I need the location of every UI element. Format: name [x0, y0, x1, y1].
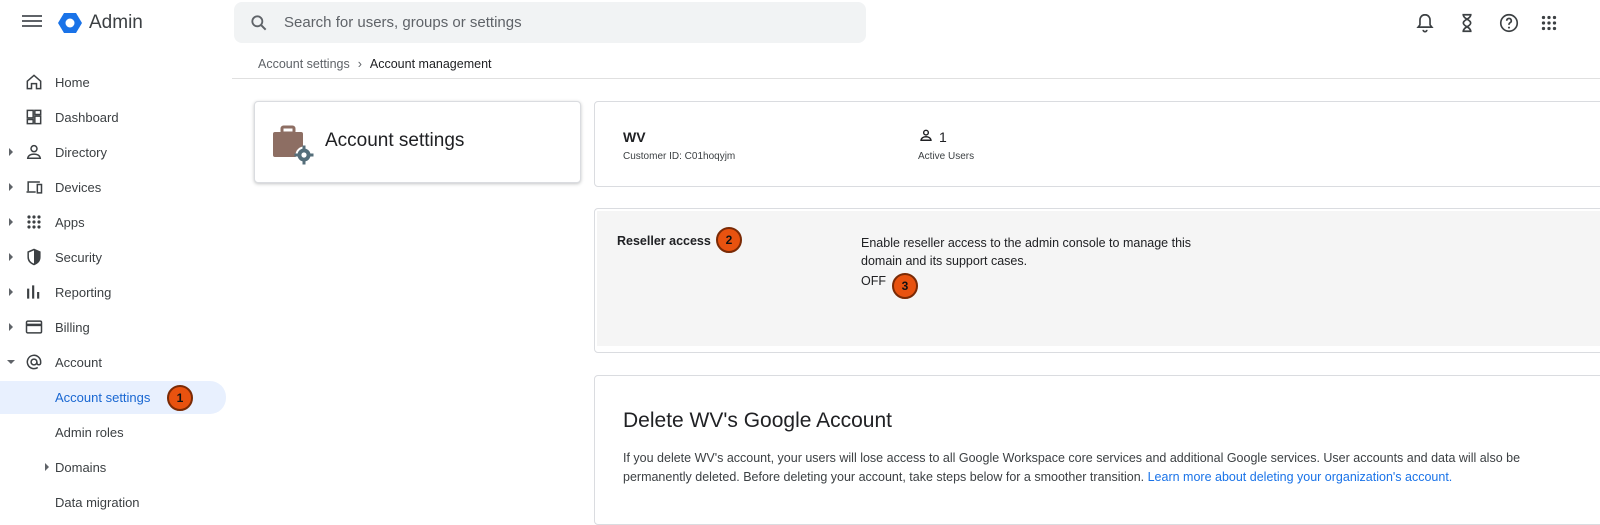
- delete-account-title: Delete WV's Google Account: [623, 409, 892, 432]
- account-settings-title: Account settings: [325, 130, 465, 151]
- breadcrumb-current: Account management: [369, 57, 492, 71]
- customer-id: Customer ID: C01hoqyjm: [623, 151, 736, 162]
- apps-icon: [27, 215, 41, 229]
- at-sign-icon: [26, 354, 42, 370]
- active-users-label: Active Users: [918, 151, 975, 162]
- apps-grid-icon[interactable]: [1538, 12, 1560, 34]
- sidebar-item-data-migration[interactable]: Data migration: [0, 486, 226, 518]
- tasks-hourglass-icon[interactable]: [1456, 12, 1478, 34]
- search-input[interactable]: [284, 2, 844, 43]
- sidebar-item-label: Apps: [55, 215, 85, 230]
- collapse-arrow-icon[interactable]: [7, 360, 15, 364]
- sidebar-item-security[interactable]: Security: [0, 241, 226, 273]
- annotation-marker-1: 1: [167, 385, 193, 411]
- sidebar-item-label: Admin roles: [55, 425, 124, 440]
- briefcase-settings-icon: [273, 125, 314, 165]
- search-bar[interactable]: [234, 2, 866, 43]
- sidebar-item-domains[interactable]: Domains: [0, 451, 226, 483]
- annotation-marker-3: 3: [892, 273, 918, 299]
- sidebar-item-label: Data migration: [55, 495, 140, 510]
- expand-arrow-icon[interactable]: [45, 463, 49, 471]
- reseller-access-description: Enable reseller access to the admin cons…: [861, 236, 1192, 268]
- person-icon: [26, 144, 42, 159]
- organization-name: WV: [623, 129, 646, 145]
- annotation-marker-2: 2: [716, 227, 742, 253]
- sidebar-item-label: Home: [55, 75, 90, 90]
- sidebar-item-label: Domains: [55, 460, 107, 475]
- sidebar-item-label: Devices: [55, 180, 102, 195]
- sidebar-item-admin-roles[interactable]: Admin roles: [0, 416, 226, 448]
- bar-chart-icon: [27, 285, 40, 299]
- search-icon[interactable]: [249, 13, 269, 33]
- breadcrumb-parent-link[interactable]: Account settings: [258, 57, 350, 71]
- expand-arrow-icon[interactable]: [9, 323, 13, 331]
- account-info-card: WV Customer ID: C01hoqyjm 1 Active Users: [594, 101, 1600, 187]
- reseller-access-state: OFF: [861, 274, 886, 288]
- dashboard-icon: [26, 109, 42, 125]
- breadcrumb-separator: ›: [357, 57, 362, 71]
- menu-icon[interactable]: [22, 12, 42, 32]
- sidebar-item-account[interactable]: Account: [0, 346, 226, 378]
- reseller-access-card[interactable]: Reseller access Enable reseller access t…: [594, 208, 1600, 353]
- home-icon: [26, 74, 42, 90]
- sidebar-item-reporting[interactable]: Reporting: [0, 276, 226, 308]
- expand-arrow-icon[interactable]: [9, 183, 13, 191]
- sidebar-item-billing[interactable]: Billing: [0, 311, 226, 343]
- admin-logo-icon[interactable]: [58, 11, 82, 35]
- header-divider: [232, 78, 1600, 79]
- reseller-access-label: Reseller access: [617, 234, 711, 248]
- app-name[interactable]: Admin: [89, 12, 143, 34]
- help-icon[interactable]: [1498, 12, 1520, 34]
- reseller-access-row[interactable]: Reseller access Enable reseller access t…: [597, 211, 1600, 346]
- sidebar-item-label: Security: [55, 250, 102, 265]
- shield-icon: [27, 248, 41, 266]
- expand-arrow-icon[interactable]: [9, 218, 13, 226]
- breadcrumb: Account settings › Account management: [258, 57, 492, 71]
- sidebar-item-label: Account settings: [55, 390, 151, 405]
- sidebar-item-label: Directory: [55, 145, 108, 160]
- learn-more-link[interactable]: Learn more about deleting your organizat…: [1148, 470, 1453, 484]
- sidebar-item-devices[interactable]: Devices: [0, 171, 226, 203]
- sidebar-item-directory[interactable]: Directory: [0, 136, 226, 168]
- account-settings-card: Account settings: [254, 101, 581, 183]
- expand-arrow-icon[interactable]: [9, 253, 13, 261]
- active-users-count: 1: [939, 129, 947, 145]
- expand-arrow-icon[interactable]: [9, 148, 13, 156]
- sidebar-item-apps[interactable]: Apps: [0, 206, 226, 238]
- delete-account-card: Delete WV's Google Account If you delete…: [594, 375, 1600, 525]
- credit-card-icon: [25, 320, 43, 334]
- person-icon: [920, 129, 932, 141]
- notifications-icon[interactable]: [1414, 12, 1436, 34]
- sidebar-item-home[interactable]: Home: [0, 66, 226, 98]
- sidebar-nav: Home Dashboard Directory Devices Apps Se…: [0, 62, 232, 517]
- sidebar-item-label: Billing: [55, 320, 90, 335]
- sidebar-item-label: Dashboard: [55, 110, 119, 125]
- top-app-bar: Admin: [0, 0, 1600, 46]
- devices-icon: [26, 181, 43, 194]
- delete-account-description: If you delete WV's account, your users w…: [623, 449, 1553, 487]
- expand-arrow-icon[interactable]: [9, 288, 13, 296]
- sidebar-item-dashboard[interactable]: Dashboard: [0, 101, 226, 133]
- sidebar-item-label: Account: [55, 355, 102, 370]
- sidebar-item-label: Reporting: [55, 285, 112, 300]
